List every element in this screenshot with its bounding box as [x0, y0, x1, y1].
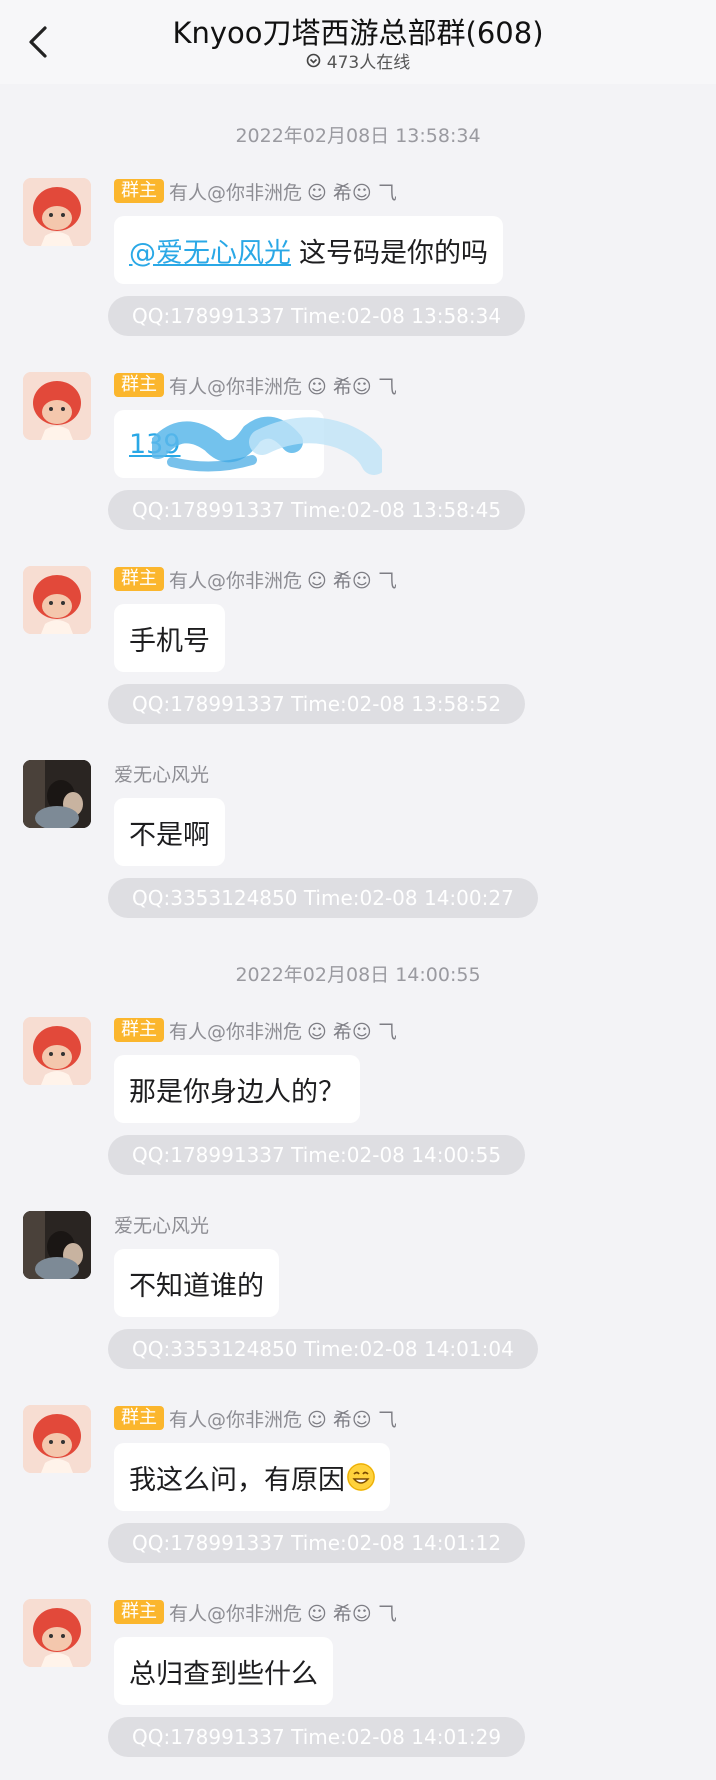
message-text: 我这么问，有原因	[129, 1464, 345, 1496]
avatar[interactable]	[23, 1017, 91, 1085]
sender-name[interactable]: 有人@你非洲危	[169, 566, 302, 593]
avatar[interactable]	[23, 566, 91, 634]
sender-name-row: 群主 有人@你非洲危 ☺ 希☺ ⺄	[114, 566, 397, 592]
online-status-icon	[306, 53, 321, 68]
message-meta: QQ:178991337 Time:02-08 14:01:29	[108, 1717, 526, 1757]
message-text: 不是啊	[129, 819, 210, 851]
message-bubble[interactable]: 139	[114, 410, 382, 478]
sender-name-row: 爱无心风光	[114, 1211, 209, 1237]
message-meta: QQ:3353124850 Time:02-08 14:00:27	[108, 878, 538, 918]
owner-badge: 群主	[114, 179, 164, 203]
sender-name[interactable]: 爱无心风光	[114, 760, 209, 787]
message-meta: QQ:178991337 Time:02-08 13:58:45	[108, 490, 526, 530]
group-title[interactable]: Knyoo刀塔西游总部群(608)	[0, 10, 716, 52]
message-bubble[interactable]: 不知道谁的	[114, 1249, 279, 1317]
message-meta: QQ:3353124850 Time:02-08 14:01:04	[108, 1329, 538, 1369]
sender-name-row: 群主 有人@你非洲危 ☺ 希☺ ⺄	[114, 1017, 397, 1043]
chat-header: Knyoo刀塔西游总部群(608) 473人在线	[0, 0, 716, 84]
message-meta: QQ:178991337 Time:02-08 13:58:34	[108, 296, 526, 336]
sender-name-row: 爱无心风光	[114, 760, 209, 786]
timestamp-divider: 2022年02月08日 14:00:55	[235, 964, 481, 986]
owner-badge: 群主	[114, 1018, 164, 1042]
sender-name[interactable]: 有人@你非洲危	[169, 1599, 302, 1626]
message-text: 总归查到些什么	[129, 1658, 318, 1690]
avatar[interactable]	[23, 372, 91, 440]
owner-badge: 群主	[114, 1406, 164, 1430]
grinning-emoji-icon	[347, 1463, 375, 1491]
message-text: 不知道谁的	[129, 1270, 264, 1302]
message-bubble[interactable]: 手机号	[114, 604, 225, 672]
message-text: 那是你身边人的？	[129, 1076, 345, 1108]
message-bubble[interactable]: 那是你身边人的？	[114, 1055, 360, 1123]
message-meta: QQ:178991337 Time:02-08 13:58:52	[108, 684, 526, 724]
name-decoration: ☺ 希☺ ⺄	[307, 569, 397, 592]
avatar[interactable]	[23, 1599, 91, 1667]
owner-badge: 群主	[114, 567, 164, 591]
sender-name-row: 群主 有人@你非洲危 ☺ 希☺ ⺄	[114, 1599, 397, 1625]
message-bubble[interactable]: 我这么问，有原因	[114, 1443, 390, 1511]
mention-link[interactable]: @爱无心风光	[129, 231, 291, 270]
message-text: 手机号	[129, 625, 210, 657]
message-meta: QQ:178991337 Time:02-08 14:00:55	[108, 1135, 526, 1175]
online-count-label: 473人在线	[326, 53, 411, 73]
message-bubble[interactable]: @爱无心风光 这号码是你的吗	[114, 216, 503, 284]
name-decoration: ☺ 希☺ ⺄	[307, 1020, 397, 1043]
message-meta: QQ:178991337 Time:02-08 14:01:12	[108, 1523, 526, 1563]
message-text: 这号码是你的吗	[299, 237, 488, 269]
sender-name[interactable]: 有人@你非洲危	[169, 1017, 302, 1044]
avatar[interactable]	[23, 178, 91, 246]
message-bubble[interactable]: 总归查到些什么	[114, 1637, 333, 1705]
avatar[interactable]	[23, 760, 91, 828]
redaction-scribble	[152, 416, 382, 475]
online-count[interactable]: 473人在线	[0, 48, 716, 73]
owner-badge: 群主	[114, 1600, 164, 1624]
sender-name[interactable]: 爱无心风光	[114, 1211, 209, 1238]
sender-name-row: 群主 有人@你非洲危 ☺ 希☺ ⺄	[114, 1405, 397, 1431]
sender-name-row: 群主 有人@你非洲危 ☺ 希☺ ⺄	[114, 178, 397, 204]
sender-name-row: 群主 有人@你非洲危 ☺ 希☺ ⺄	[114, 372, 397, 398]
sender-name[interactable]: 有人@你非洲危	[169, 1405, 302, 1432]
avatar[interactable]	[23, 1405, 91, 1473]
name-decoration: ☺ 希☺ ⺄	[307, 181, 397, 204]
message-bubble[interactable]: 不是啊	[114, 798, 225, 866]
name-decoration: ☺ 希☺ ⺄	[307, 1408, 397, 1431]
avatar[interactable]	[23, 1211, 91, 1279]
name-decoration: ☺ 希☺ ⺄	[307, 375, 397, 398]
timestamp-divider: 2022年02月08日 13:58:34	[235, 125, 481, 147]
owner-badge: 群主	[114, 373, 164, 397]
name-decoration: ☺ 希☺ ⺄	[307, 1602, 397, 1625]
sender-name[interactable]: 有人@你非洲危	[169, 372, 302, 399]
sender-name[interactable]: 有人@你非洲危	[169, 178, 302, 205]
